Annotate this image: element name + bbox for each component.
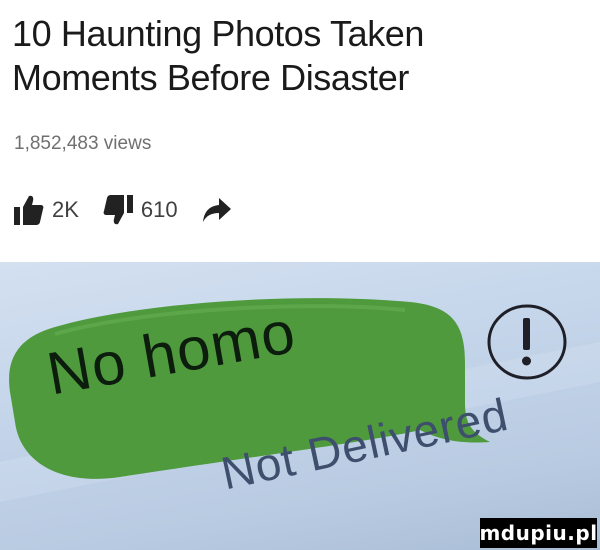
thumbs-down-icon bbox=[103, 194, 133, 226]
action-bar: 2K 610 bbox=[14, 190, 256, 230]
share-button[interactable] bbox=[202, 197, 232, 223]
like-button[interactable]: 2K bbox=[14, 194, 79, 226]
dislike-button[interactable]: 610 bbox=[103, 194, 178, 226]
sms-screenshot-photo: No homo Not Delivered bbox=[0, 262, 600, 550]
site-watermark: mdupiu.pl bbox=[479, 518, 597, 548]
share-arrow-icon bbox=[202, 197, 232, 223]
dislike-count: 610 bbox=[140, 197, 178, 222]
video-info-panel: 10 Haunting Photos Taken Moments Before … bbox=[0, 0, 600, 262]
view-count: 1,852,483 views bbox=[14, 133, 152, 154]
like-count: 2K bbox=[52, 197, 79, 222]
video-title[interactable]: 10 Haunting Photos Taken Moments Before … bbox=[12, 12, 572, 100]
thumbs-up-icon bbox=[14, 194, 44, 226]
photo-background bbox=[0, 298, 600, 502]
